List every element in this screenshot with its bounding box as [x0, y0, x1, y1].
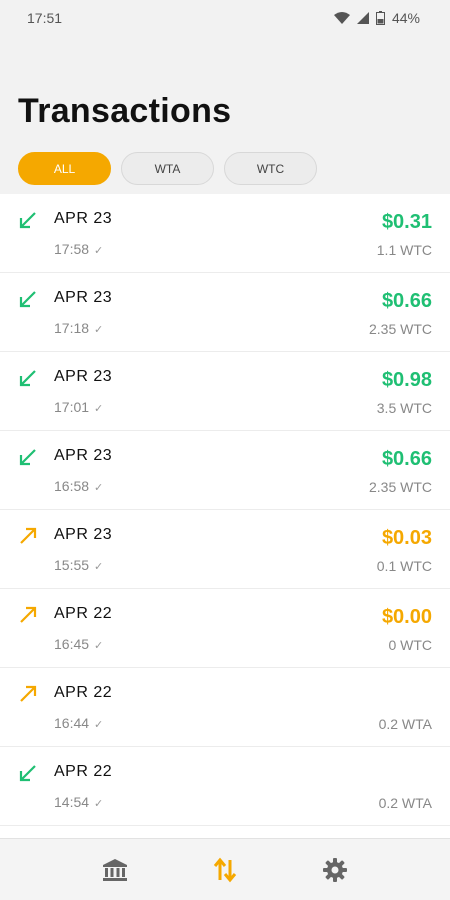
status-icons: 44%	[333, 10, 420, 26]
incoming-arrow-icon	[19, 291, 36, 308]
transaction-time: 16:44 ✓	[54, 715, 104, 731]
transaction-token-amount: 2.35 WTC	[368, 321, 432, 337]
transaction-date: APR 22	[54, 684, 113, 701]
check-icon: ✓	[94, 403, 104, 415]
transaction-date: APR 23	[54, 447, 113, 464]
gear-icon	[323, 857, 347, 882]
transaction-row[interactable]: APR 22 16:45 ✓ $0.00 0 WTC	[0, 589, 450, 668]
transaction-row[interactable]: APR 23 17:18 ✓ $0.66 2.35 WTC	[0, 273, 450, 352]
incoming-arrow-icon	[19, 765, 36, 782]
transaction-date: APR 22	[54, 763, 113, 780]
transaction-date: APR 23	[54, 368, 113, 385]
transaction-row[interactable]: APR 22 16:44 ✓ 0.2 WTA	[0, 668, 450, 747]
transfer-arrows-icon	[213, 857, 237, 882]
transaction-row[interactable]: APR 23 15:55 ✓ $0.03 0.1 WTC	[0, 510, 450, 589]
transaction-amount: $0.66	[381, 290, 432, 312]
transaction-date: APR 23	[54, 210, 113, 227]
status-time: 17:51	[27, 10, 63, 26]
check-icon: ✓	[94, 245, 104, 257]
transaction-time: 14:54 ✓	[54, 794, 104, 810]
transaction-amount: $0.98	[381, 369, 432, 391]
transaction-time: 16:45 ✓	[54, 636, 104, 652]
transaction-amount: $0.66	[381, 448, 432, 470]
wifi-icon	[333, 12, 350, 24]
transaction-token-amount: 3.5 WTC	[376, 400, 432, 416]
check-icon: ✓	[94, 482, 104, 494]
transaction-row[interactable]: APR 23 16:58 ✓ $0.66 2.35 WTC	[0, 431, 450, 510]
check-icon: ✓	[94, 719, 104, 731]
filter-all-chip[interactable]: ALL	[18, 152, 111, 185]
transaction-row[interactable]: APR 23 17:58 ✓ $0.31 1.1 WTC	[0, 194, 450, 273]
battery-percent: 44%	[391, 10, 420, 26]
filter-chips: ALL WTA WTC	[18, 152, 317, 185]
check-icon: ✓	[94, 798, 104, 810]
nav-settings-button[interactable]	[315, 850, 355, 890]
incoming-arrow-icon	[19, 212, 36, 229]
transaction-amount: $0.31	[381, 211, 432, 233]
transaction-token-amount: 2.35 WTC	[368, 479, 432, 495]
transaction-time: 16:58 ✓	[54, 478, 104, 494]
incoming-arrow-icon	[19, 370, 36, 387]
nav-transactions-button[interactable]	[205, 850, 245, 890]
transaction-row[interactable]: APR 23 17:01 ✓ $0.98 3.5 WTC	[0, 352, 450, 431]
transaction-token-amount: 0.2 WTA	[378, 795, 432, 811]
check-icon: ✓	[94, 324, 104, 336]
transaction-date: APR 23	[54, 289, 113, 306]
nav-bank-button[interactable]	[95, 850, 135, 890]
bank-icon	[103, 858, 127, 881]
signal-icon	[356, 12, 369, 24]
check-icon: ✓	[94, 640, 104, 652]
transaction-list: APR 23 17:58 ✓ $0.31 1.1 WTC APR 23 17:18…	[0, 194, 450, 838]
outgoing-arrow-icon	[20, 606, 37, 623]
filter-wtc-chip[interactable]: WTC	[224, 152, 317, 185]
outgoing-arrow-icon	[20, 685, 37, 702]
transaction-date: APR 23	[54, 526, 113, 543]
transaction-time: 17:01 ✓	[54, 399, 104, 415]
transaction-token-amount: 0.2 WTA	[378, 716, 432, 732]
battery-icon	[375, 11, 385, 25]
status-bar: 17:51 44%	[0, 0, 450, 36]
transaction-time: 15:55 ✓	[54, 557, 104, 573]
transaction-amount: $0.03	[381, 527, 432, 549]
transaction-row[interactable]: APR 22 14:54 ✓ 0.2 WTA	[0, 747, 450, 826]
transaction-time: 17:18 ✓	[54, 320, 104, 336]
page-title: Transactions	[18, 92, 232, 130]
transaction-token-amount: 0.1 WTC	[376, 558, 432, 574]
filter-wta-chip[interactable]: WTA	[121, 152, 214, 185]
transaction-token-amount: 1.1 WTC	[376, 242, 432, 258]
transaction-date: APR 22	[54, 605, 113, 622]
outgoing-arrow-icon	[20, 527, 37, 544]
transaction-time: 17:58 ✓	[54, 241, 104, 257]
incoming-arrow-icon	[19, 449, 36, 466]
transaction-token-amount: 0 WTC	[388, 637, 432, 653]
bottom-nav	[0, 838, 450, 900]
transaction-amount: $0.00	[381, 606, 432, 628]
check-icon: ✓	[94, 561, 104, 573]
